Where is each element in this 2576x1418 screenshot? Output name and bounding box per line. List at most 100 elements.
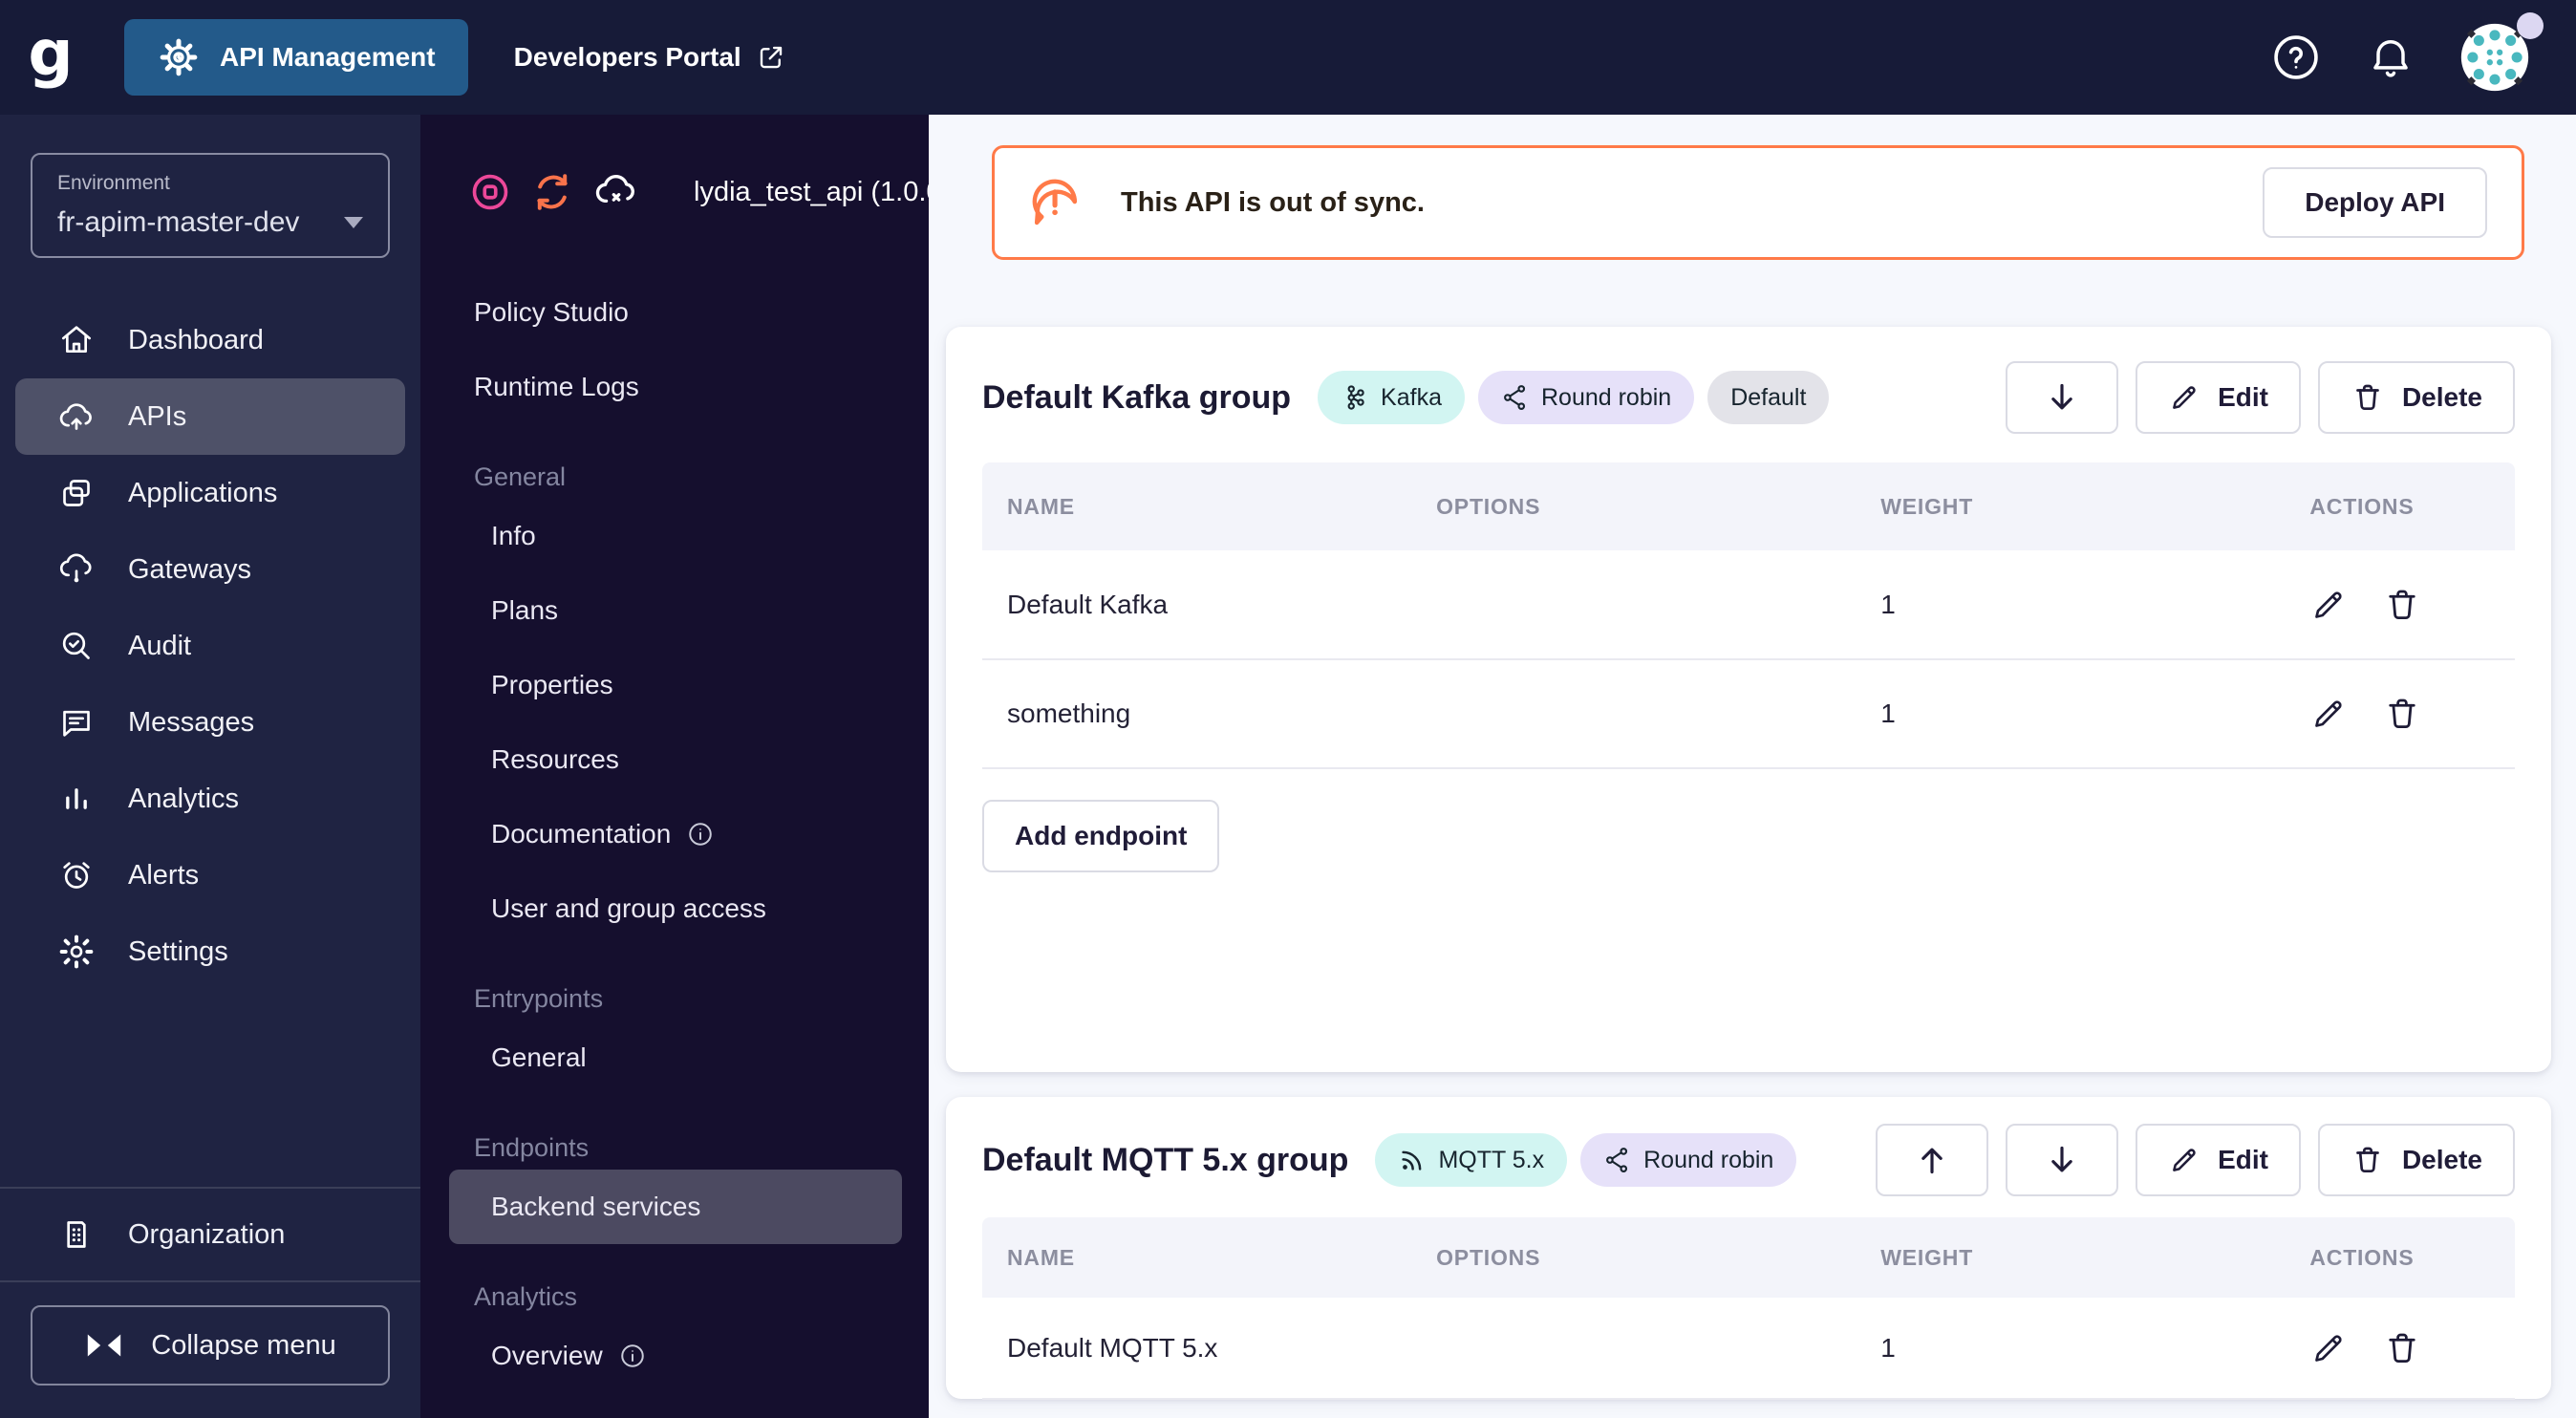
environment-selector[interactable]: Environment fr-apim-master-dev (31, 153, 390, 258)
api-stop-icon[interactable] (468, 170, 512, 214)
deploy-api-button[interactable]: Deploy API (2263, 167, 2487, 238)
col-header-options: OPTIONS (1411, 462, 1857, 550)
delete-label: Delete (2401, 1145, 2482, 1174)
notifications-button[interactable] (2366, 32, 2415, 82)
badge-default: Default (1707, 371, 1830, 424)
sidebar-item-organization[interactable]: Organization (0, 1189, 420, 1280)
pencil-icon (2173, 386, 2196, 409)
api-nav: Policy Studio Runtime Logs General Info … (420, 275, 929, 1393)
sidebar-item-gateways[interactable]: Gateways (15, 531, 405, 608)
api-menu-policy-studio[interactable]: Policy Studio (420, 275, 929, 350)
edit-group-button[interactable]: Edit (2136, 361, 2301, 434)
api-sync-icon[interactable] (529, 169, 575, 215)
edit-endpoint-button[interactable] (2309, 695, 2348, 733)
api-not-deployed-cloud-icon[interactable] (592, 168, 640, 216)
sidebar-item-apis[interactable]: APIs (15, 378, 405, 455)
edit-endpoint-button[interactable] (2309, 586, 2348, 624)
badge-label: Round robin (1643, 1146, 1774, 1173)
cell-name: Default Kafka (982, 550, 1412, 660)
top-bar: g API Management Developers Portal (0, 0, 2576, 115)
delete-group-button[interactable]: Delete (2317, 1124, 2515, 1196)
api-menu-entrypoints-general[interactable]: General (420, 1021, 929, 1095)
delete-label: Delete (2401, 382, 2482, 412)
audit-search-icon (62, 632, 90, 659)
share-nodes-icon (1504, 385, 1526, 410)
api-menu-runtime-logs[interactable]: Runtime Logs (420, 350, 929, 424)
cell-weight: 1 (1856, 659, 2286, 769)
edit-endpoint-button[interactable] (2309, 1329, 2348, 1367)
edit-group-button[interactable]: Edit (2136, 1124, 2301, 1196)
gear-logo-icon (157, 35, 201, 79)
table-header-row: NAME OPTIONS WEIGHT ACTIONS (982, 1217, 2515, 1298)
col-header-name: NAME (982, 1217, 1412, 1298)
sidebar-item-label: Organization (128, 1218, 286, 1250)
cloud-gateway-icon (59, 553, 92, 583)
api-menu-user-group-access[interactable]: User and group access (420, 871, 929, 946)
collapse-menu-button[interactable]: Collapse menu (31, 1305, 390, 1386)
sidebar-item-messages[interactable]: Messages (15, 684, 405, 761)
pencil-icon (2173, 1149, 2196, 1171)
api-management-tab[interactable]: API Management (124, 19, 468, 96)
bar-chart-icon (66, 788, 87, 809)
warning-bubble-icon (1029, 176, 1083, 229)
move-group-down-button[interactable] (2006, 361, 2119, 434)
divider (0, 1280, 420, 1282)
organization-icon (67, 1221, 86, 1248)
delete-endpoint-button[interactable] (2382, 1328, 2422, 1368)
delete-group-button[interactable]: Delete (2317, 361, 2515, 434)
sidebar-item-analytics[interactable]: Analytics (15, 761, 405, 837)
sidebar-item-label: Gateways (128, 553, 251, 585)
info-icon (618, 1342, 647, 1370)
arrow-up-icon (1921, 1148, 1943, 1174)
api-menu-plans[interactable]: Plans (420, 573, 929, 648)
api-section-analytics: Analytics (474, 1281, 578, 1311)
api-menu-overview[interactable]: Overview (420, 1319, 929, 1393)
home-icon (62, 326, 91, 353)
move-group-down-button[interactable] (2006, 1124, 2119, 1196)
cell-options (1411, 550, 1857, 660)
col-header-actions: ACTIONS (2285, 1217, 2515, 1298)
sidebar-item-dashboard[interactable]: Dashboard (15, 302, 405, 378)
sidebar-item-alerts[interactable]: Alerts (15, 837, 405, 913)
api-header: lydia_test_api (1.0.0) (420, 164, 929, 220)
endpoint-group-card-kafka: Default Kafka group Kafka Round robin De… (946, 327, 2551, 1072)
sidebar-item-audit[interactable]: Audit (15, 608, 405, 684)
share-nodes-icon (1606, 1148, 1628, 1172)
move-group-up-button[interactable] (1876, 1124, 1989, 1196)
sidebar-item-applications[interactable]: Applications (15, 455, 405, 531)
cell-options (1411, 1298, 1857, 1400)
collapse-menu-label: Collapse menu (151, 1329, 336, 1361)
api-section-entrypoints: Entrypoints (474, 983, 604, 1013)
gear-icon (59, 935, 94, 969)
table-row: Default Kafka 1 (982, 550, 2515, 660)
api-sidebar: lydia_test_api (1.0.0) Policy Studio Run… (420, 115, 929, 1418)
delete-endpoint-button[interactable] (2382, 585, 2422, 625)
user-avatar[interactable] (2459, 12, 2544, 93)
sidebar-item-settings[interactable]: Settings (15, 913, 405, 990)
out-of-sync-message: This API is out of sync. (1121, 186, 1425, 218)
col-header-weight: WEIGHT (1856, 1217, 2286, 1298)
applications-icon (63, 480, 90, 506)
chat-bubble-icon (63, 710, 90, 737)
help-button[interactable] (2270, 32, 2322, 83)
gravitee-logo[interactable]: g (0, 22, 101, 93)
table-header-row: NAME OPTIONS WEIGHT ACTIONS (982, 462, 2515, 550)
col-header-options: OPTIONS (1411, 1217, 1857, 1298)
api-menu-resources[interactable]: Resources (420, 722, 929, 797)
cloud-upload-icon (59, 403, 92, 430)
api-menu-properties[interactable]: Properties (420, 648, 929, 722)
api-menu-info[interactable]: Info (420, 499, 929, 573)
sidebar-item-label: Dashboard (128, 324, 264, 355)
info-icon (686, 820, 715, 849)
main-content: This API is out of sync. Deploy API Defa… (929, 115, 2576, 1418)
api-menu-documentation[interactable]: Documentation (420, 797, 929, 871)
delete-endpoint-button[interactable] (2382, 694, 2422, 734)
app-window: g API Management Developers Portal Envir… (0, 0, 2576, 1418)
sidebar-item-label: APIs (128, 400, 187, 432)
developers-portal-link[interactable]: Developers Portal (514, 42, 785, 73)
api-menu-backend-services[interactable]: Backend services (449, 1170, 902, 1244)
api-title: lydia_test_api (1.0.0) (694, 176, 929, 207)
add-endpoint-button[interactable]: Add endpoint (982, 800, 1220, 872)
arrow-down-icon (2051, 1146, 2072, 1172)
trash-icon (2356, 384, 2379, 411)
